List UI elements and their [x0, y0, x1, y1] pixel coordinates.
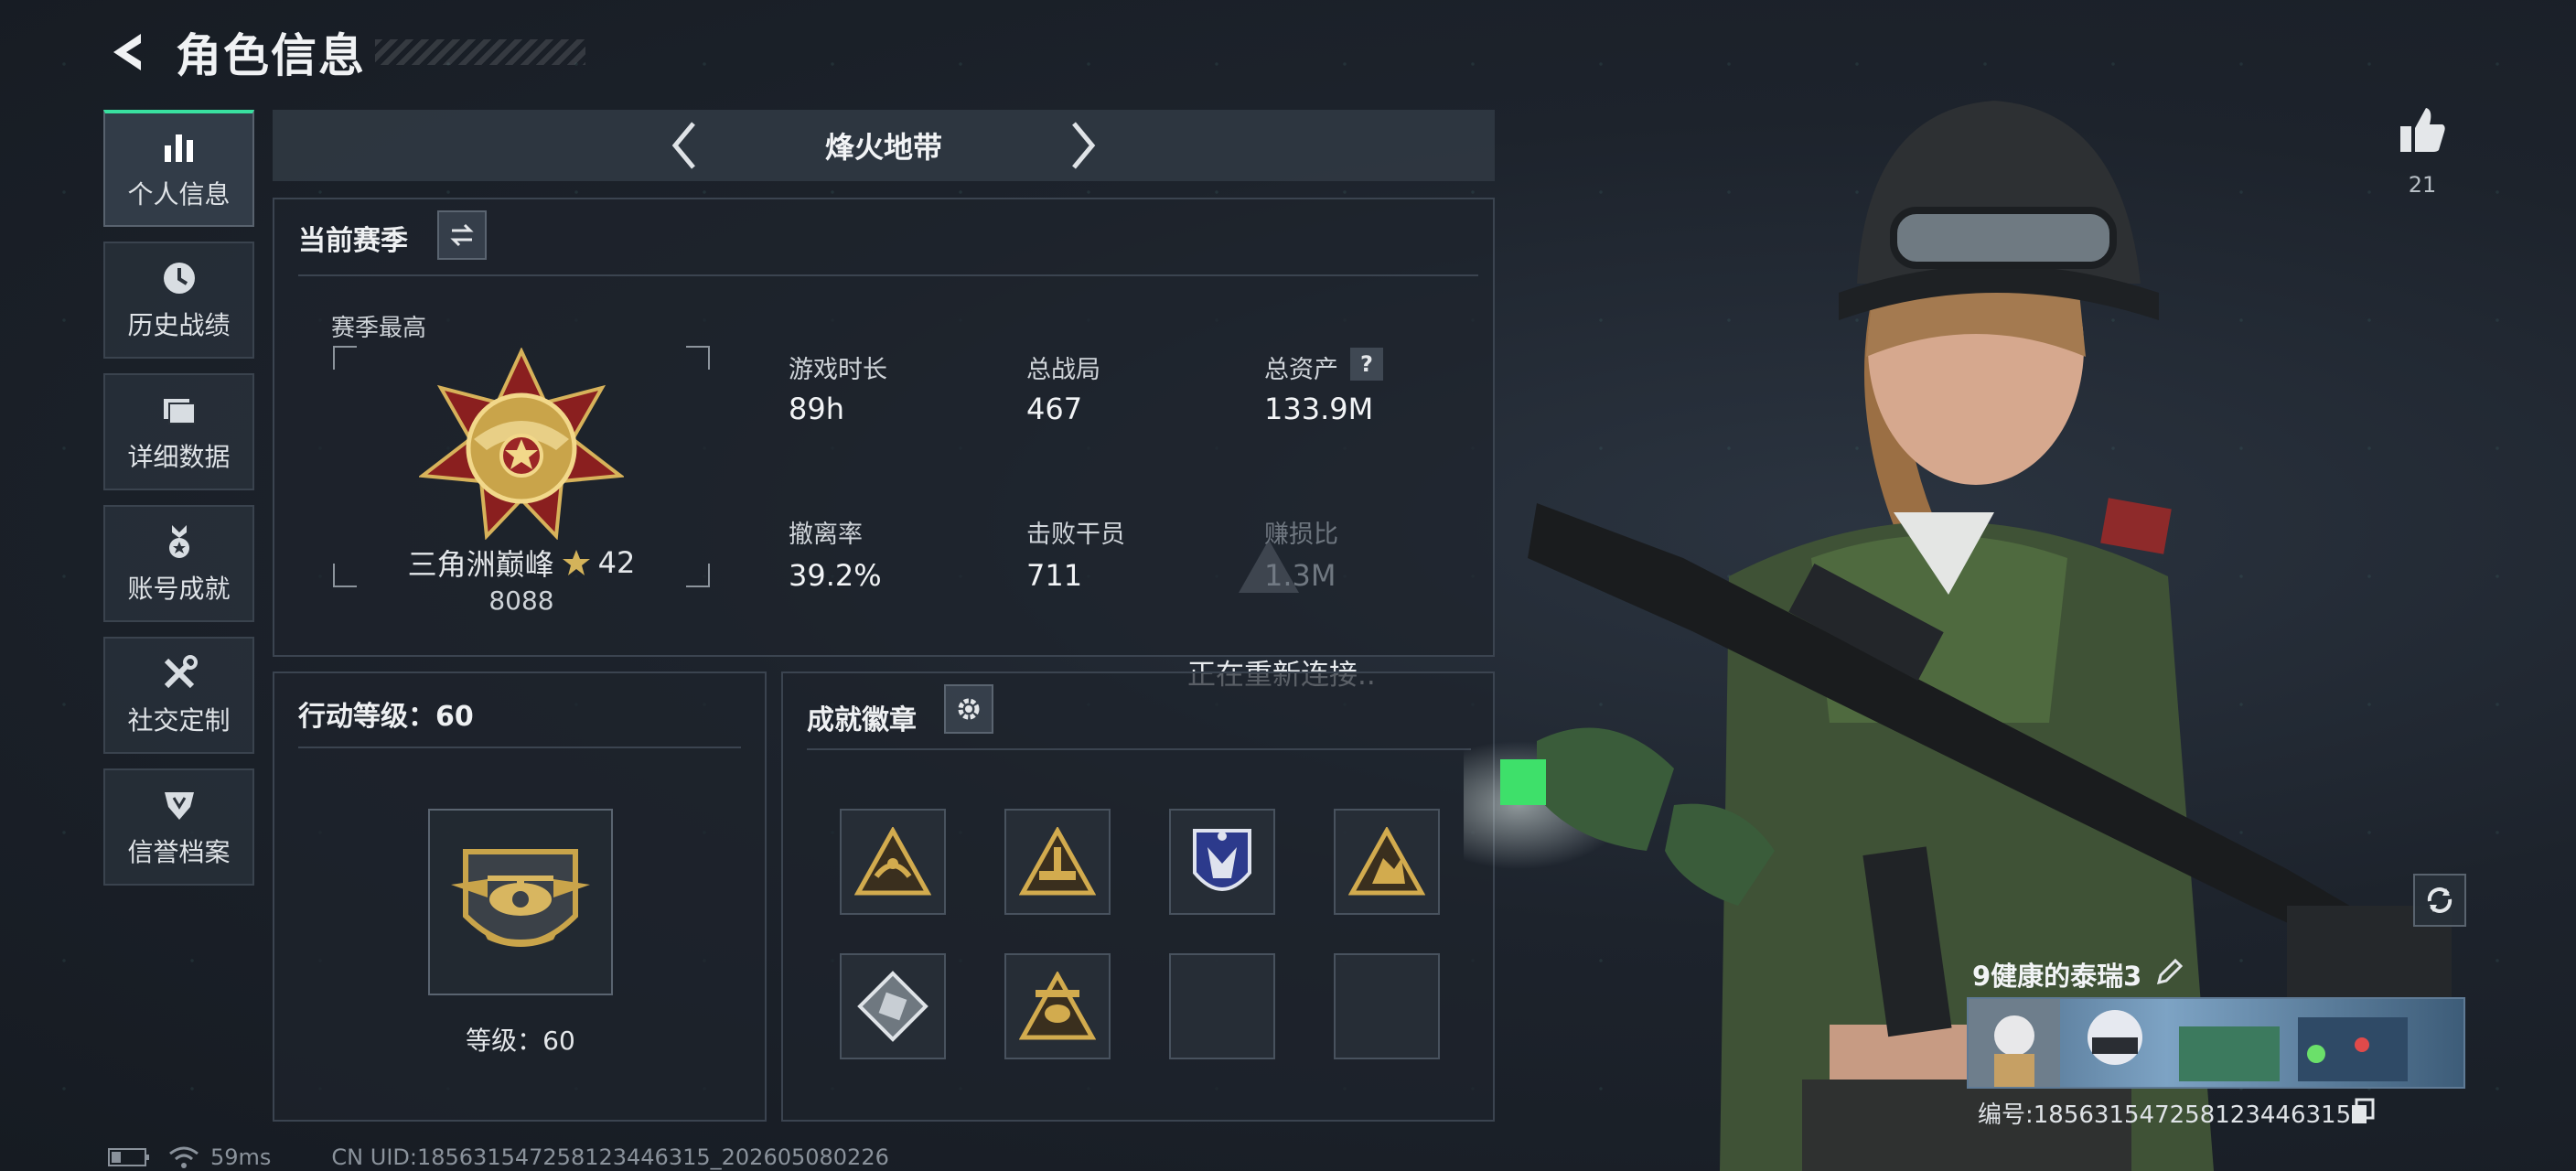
season-title: 当前赛季 — [298, 225, 408, 257]
swap-icon — [450, 223, 474, 247]
sidebar-item-label: 社交定制 — [127, 705, 231, 736]
frame-corner — [333, 346, 357, 370]
status-bar: 59ms CN UID:185631547258123446315_202605… — [108, 1144, 889, 1171]
stat-label: 总战局 — [1026, 356, 1100, 384]
shield-icon — [159, 785, 199, 825]
diamond-badge-icon — [857, 971, 928, 1042]
title-decoration — [375, 39, 585, 65]
rank-stars: 42 — [597, 545, 636, 580]
rank-info: 三角洲巅峰 42 — [384, 542, 659, 584]
season-switch-button[interactable] — [437, 210, 487, 260]
sidebar-item-achievements[interactable]: 账号成就 — [103, 505, 254, 622]
like-button[interactable] — [2395, 102, 2450, 157]
page-header: 角色信息 — [101, 20, 585, 84]
chevron-left-icon — [671, 122, 695, 169]
stat-value: 39.2% — [789, 558, 882, 593]
gear-icon — [958, 698, 980, 720]
wifi-icon — [169, 1146, 199, 1168]
sidebar-item-social[interactable]: 社交定制 — [103, 637, 254, 754]
mode-prev-button[interactable] — [657, 118, 712, 173]
achievements-settings-button[interactable] — [944, 684, 993, 734]
copy-icon[interactable] — [2349, 1098, 2377, 1125]
triangle-badge-icon — [1348, 827, 1425, 896]
stat-value: 133.9M — [1264, 392, 1374, 426]
refresh-button[interactable] — [2413, 874, 2466, 927]
name-card-banner[interactable] — [1967, 997, 2465, 1089]
player-name: 9健康的泰瑞3 — [1972, 961, 2142, 992]
rank-name: 三角洲巅峰 — [407, 547, 554, 582]
edit-icon[interactable] — [2153, 957, 2184, 988]
tools-icon — [159, 653, 199, 693]
loading-triangle-icon — [1239, 540, 1299, 593]
ping-value: 59ms — [210, 1144, 272, 1170]
stat-value: 467 — [1026, 392, 1083, 426]
back-arrow-icon — [113, 34, 141, 70]
stat-label: 击败干员 — [1026, 521, 1125, 549]
clock-icon — [159, 258, 199, 298]
page-title: 角色信息 — [176, 29, 366, 82]
uid-text: CN UID:185631547258123446315_20260508022… — [331, 1144, 889, 1170]
sidebar-item-label: 账号成就 — [127, 574, 231, 604]
sidebar-item-label: 详细数据 — [127, 442, 231, 472]
frame-corner — [686, 564, 710, 587]
triangle-badge-icon — [854, 827, 931, 896]
sidebar-item-reputation[interactable]: 信誉档案 — [103, 768, 254, 886]
achievement-badge[interactable] — [1334, 809, 1440, 915]
achievement-badge[interactable] — [1169, 809, 1275, 915]
chevron-right-icon — [1072, 122, 1096, 169]
divider — [298, 747, 741, 748]
achievement-badge[interactable] — [1004, 809, 1111, 915]
mode-next-button[interactable] — [1056, 118, 1111, 173]
sidebar-item-history[interactable]: 历史战绩 — [103, 242, 254, 359]
stat-value: 711 — [1026, 558, 1083, 593]
sidebar-item-personal-info[interactable]: 个人信息 — [103, 110, 254, 227]
stat-label: 撤离率 — [789, 521, 863, 549]
level-text: 等级：60 — [466, 1026, 575, 1056]
achievement-badge[interactable] — [1004, 953, 1111, 1059]
stat-label: 总资产 — [1264, 356, 1338, 384]
achievements-title: 成就徽章 — [807, 704, 917, 736]
season-best-label: 赛季最高 — [331, 315, 427, 342]
achievement-badge[interactable] — [840, 953, 946, 1059]
divider — [298, 274, 1478, 276]
like-count: 21 — [2408, 172, 2437, 198]
name-card-art — [1969, 999, 2408, 1087]
thumbs-up-icon — [2400, 108, 2445, 152]
back-button[interactable] — [101, 25, 156, 80]
achievement-slot-empty[interactable] — [1169, 953, 1275, 1059]
battery-icon — [108, 1148, 149, 1166]
bar-chart-icon — [159, 127, 199, 167]
action-level-title: 行动等级：60 — [298, 701, 474, 733]
stat-value: 89h — [789, 392, 844, 426]
frame-corner — [686, 346, 710, 370]
sidebar-item-details[interactable]: 详细数据 — [103, 373, 254, 490]
achievement-badge[interactable] — [840, 809, 946, 915]
stat-label: 游戏时长 — [789, 356, 887, 384]
rank-emblem-icon — [419, 348, 624, 540]
sidebar-item-label: 个人信息 — [127, 179, 231, 209]
medal-icon — [159, 521, 199, 562]
frame-corner — [333, 564, 357, 587]
refresh-icon — [2427, 887, 2453, 913]
star-icon — [562, 550, 590, 575]
rank-score: 8088 — [488, 586, 554, 616]
shield-badge-icon — [1193, 829, 1251, 891]
triangle-badge-icon — [1019, 972, 1096, 1040]
mode-selector: 烽火地带 — [273, 110, 1495, 181]
divider — [807, 748, 1471, 750]
sidebar-item-label: 信誉档案 — [127, 837, 231, 867]
triangle-badge-icon — [1019, 827, 1096, 896]
sidebar-item-label: 历史战绩 — [127, 310, 231, 340]
help-icon: ? — [1360, 351, 1373, 377]
help-button[interactable]: ? — [1350, 348, 1383, 381]
achievement-slot-empty[interactable] — [1334, 953, 1440, 1059]
folder-icon — [159, 390, 199, 430]
level-badge-frame — [428, 809, 613, 995]
mode-title: 烽火地带 — [824, 130, 942, 165]
level-emblem-icon — [451, 849, 590, 947]
player-id: 编号:185631547258123446315 — [1978, 1101, 2352, 1129]
sidebar: 个人信息 历史战绩 详细数据 账号成就 社交定制 信誉档案 — [103, 110, 254, 900]
